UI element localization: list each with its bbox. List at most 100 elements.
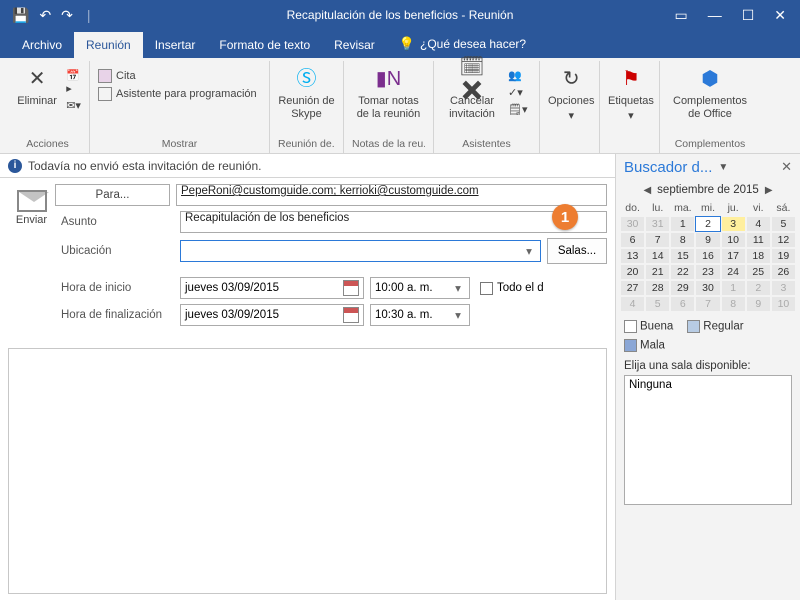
panel-close-icon[interactable]: ✕ [781, 159, 792, 175]
cal-day[interactable]: 4 [620, 296, 645, 312]
location-field[interactable]: ▾ [180, 240, 541, 262]
start-date-value: jueves 03/09/2015 [185, 282, 279, 294]
cal-day[interactable]: 31 [645, 216, 670, 232]
cal-day[interactable]: 5 [645, 296, 670, 312]
group-attendees: 🗓✖ Cancelar invitación 👥 ✓▾ 🗒▾ Asistente… [434, 61, 540, 153]
cal-day[interactable]: 10 [721, 232, 746, 248]
cal-day[interactable]: 18 [746, 248, 771, 264]
cal-day[interactable]: 2 [746, 280, 771, 296]
calendar-icon[interactable] [343, 280, 359, 296]
response-options-icon[interactable]: ✓▾ [508, 86, 528, 99]
cal-day[interactable]: 8 [670, 232, 695, 248]
cal-day[interactable]: 9 [746, 296, 771, 312]
cal-day[interactable]: 6 [670, 296, 695, 312]
cal-day[interactable]: 3 [721, 216, 746, 232]
tab-format[interactable]: Formato de texto [207, 32, 322, 58]
room-list[interactable]: Ninguna [624, 375, 792, 505]
cal-day[interactable]: 1 [670, 216, 695, 232]
end-time-field[interactable]: 10:30 a. m. ▾ [370, 304, 470, 326]
cal-day[interactable]: 30 [695, 280, 720, 296]
undo-icon[interactable]: ↶ [39, 7, 51, 24]
start-time-field[interactable]: 10:00 a. m. ▾ [370, 277, 470, 299]
calendar-forward-icon[interactable]: 📅▸ [66, 69, 81, 95]
next-month-icon[interactable]: ▶ [765, 185, 773, 196]
cal-day[interactable]: 19 [771, 248, 796, 264]
group-addins-label: Complementos [668, 137, 752, 153]
start-time-value: 10:00 a. m. [375, 282, 433, 294]
cal-day[interactable]: 8 [721, 296, 746, 312]
calendar-grid[interactable]: do. lu. ma. mi. ju. vi. sá. 303112345 67… [620, 200, 796, 312]
redo-icon[interactable]: ↷ [61, 7, 73, 24]
to-field[interactable]: PepeRoni@customguide.com; kerrioki@custo… [176, 184, 607, 206]
cal-day[interactable]: 9 [695, 232, 720, 248]
tags-button[interactable]: ⚑ Etiquetas ▾ [608, 65, 654, 123]
minimize-icon[interactable]: — [708, 7, 722, 24]
message-body[interactable] [8, 348, 607, 594]
meeting-notes-button[interactable]: ▮N Tomar notas de la reunión [352, 65, 425, 121]
cal-day[interactable]: 29 [670, 280, 695, 296]
appointment-button[interactable]: Cita [98, 69, 257, 83]
rooms-button[interactable]: Salas... [547, 238, 607, 264]
group-skype-label: Reunión de... [278, 137, 335, 153]
cal-day[interactable]: 6 [620, 232, 645, 248]
close-icon[interactable]: ✕ [774, 7, 786, 24]
cal-day[interactable]: 28 [645, 280, 670, 296]
cal-day[interactable]: 24 [721, 264, 746, 280]
cal-day[interactable]: 14 [645, 248, 670, 264]
cal-day[interactable]: 4 [746, 216, 771, 232]
cal-day[interactable]: 1 [721, 280, 746, 296]
cal-day[interactable]: 5 [771, 216, 796, 232]
chevron-down-icon[interactable]: ▾ [451, 308, 465, 322]
window-controls: ▭ — ☐ ✕ [674, 7, 796, 24]
chevron-down-icon[interactable]: ▼ [718, 162, 728, 173]
cal-day[interactable]: 17 [721, 248, 746, 264]
tab-file[interactable]: Archivo [10, 32, 74, 58]
calendar-icon[interactable] [343, 307, 359, 323]
cal-day[interactable]: 25 [746, 264, 771, 280]
save-icon[interactable]: 💾 [12, 7, 29, 24]
tab-insert[interactable]: Insertar [143, 32, 208, 58]
maximize-icon[interactable]: ☐ [742, 7, 755, 24]
send-button[interactable]: Enviar [8, 188, 55, 226]
cal-day[interactable]: 13 [620, 248, 645, 264]
cal-day[interactable]: 23 [695, 264, 720, 280]
delete-button[interactable]: ✕ Eliminar [14, 65, 60, 108]
cal-day[interactable]: 7 [645, 232, 670, 248]
cal-day[interactable]: 22 [670, 264, 695, 280]
subject-field[interactable]: Recapitulación de los beneficios [180, 211, 607, 233]
cal-day[interactable]: 11 [746, 232, 771, 248]
all-day-checkbox[interactable]: Todo el d [480, 282, 544, 295]
ribbon-display-icon[interactable]: ▭ [674, 7, 687, 24]
cal-day[interactable]: 27 [620, 280, 645, 296]
cal-day[interactable]: 7 [695, 296, 720, 312]
cal-day[interactable]: 2 [695, 216, 720, 232]
to-button[interactable]: Para... [55, 184, 170, 206]
tab-review[interactable]: Revisar [322, 32, 387, 58]
end-date-field[interactable]: jueves 03/09/2015 [180, 304, 364, 326]
options-button[interactable]: ↻ Opciones ▾ [548, 65, 594, 123]
cal-day[interactable]: 3 [771, 280, 796, 296]
chevron-down-icon[interactable]: ▾ [522, 244, 536, 258]
cal-day[interactable]: 30 [620, 216, 645, 232]
tab-meeting[interactable]: Reunión [74, 32, 143, 58]
office-addins-button[interactable]: ⬢ Complementos de Office [668, 65, 752, 121]
cancel-invitation-button[interactable]: 🗓✖ Cancelar invitación [442, 65, 502, 121]
cal-day[interactable]: 10 [771, 296, 796, 312]
reply-dropdown-icon[interactable]: ✉▾ [66, 99, 81, 112]
skype-meeting-button[interactable]: Ⓢ Reunión de Skype [278, 65, 335, 121]
cal-day[interactable]: 15 [670, 248, 695, 264]
tell-me-search[interactable]: 💡 ¿Qué desea hacer? [387, 30, 538, 58]
chevron-down-icon[interactable]: ▾ [451, 281, 465, 295]
cal-day[interactable]: 16 [695, 248, 720, 264]
scheduling-button[interactable]: Asistente para programación [98, 87, 257, 101]
cal-day[interactable]: 26 [771, 264, 796, 280]
start-date-field[interactable]: jueves 03/09/2015 [180, 277, 364, 299]
cal-day[interactable]: 21 [645, 264, 670, 280]
forward-icon[interactable]: 🗒▾ [508, 103, 528, 116]
title-bar: 💾 ↶ ↷ | Recapitulación de los beneficios… [0, 0, 800, 30]
cal-day[interactable]: 12 [771, 232, 796, 248]
address-book-icon[interactable]: 👥 [508, 69, 528, 82]
prev-month-icon[interactable]: ◀ [643, 185, 651, 196]
cal-day[interactable]: 20 [620, 264, 645, 280]
room-list-item[interactable]: Ninguna [629, 379, 787, 391]
